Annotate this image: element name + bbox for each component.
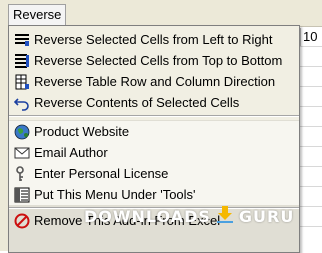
grid-line xyxy=(300,186,322,187)
menu-item-label: Enter Personal License xyxy=(34,166,169,181)
partial-cell-value[interactable]: 10 xyxy=(300,28,322,46)
watermark-text-left: DOWNLOADS xyxy=(84,206,211,226)
menu-item-label: Put This Menu Under 'Tools' xyxy=(34,187,196,202)
menu-item-reverse-contents[interactable]: Reverse Contents of Selected Cells xyxy=(9,92,299,113)
key-icon xyxy=(13,165,31,183)
menu-item-put-under-tools[interactable]: Put This Menu Under 'Tools' xyxy=(9,184,299,205)
download-arrow-icon xyxy=(215,204,235,228)
grid-line xyxy=(300,46,322,47)
grid-line xyxy=(300,66,322,67)
watermark-text-right: GURU xyxy=(238,206,295,226)
menu-item-email-author[interactable]: Email Author xyxy=(9,142,299,163)
undo-arrow-icon xyxy=(13,94,31,112)
downloads-guru-watermark: DOWNLOADS GURU xyxy=(84,203,314,229)
reverse-menu-title[interactable]: Reverse xyxy=(8,4,67,25)
remove-circle-icon xyxy=(13,212,31,230)
menu-item-reverse-left-right[interactable]: Reverse Selected Cells from Left to Righ… xyxy=(9,29,299,50)
menu-grid-icon xyxy=(13,186,31,204)
menu-item-label: Email Author xyxy=(34,145,108,160)
menu-item-reverse-top-bottom[interactable]: Reverse Selected Cells from Top to Botto… xyxy=(9,50,299,71)
left-right-lines-icon xyxy=(13,31,31,49)
grid-line xyxy=(300,146,322,147)
grid-line xyxy=(300,126,322,127)
email-icon xyxy=(13,144,31,162)
menu-item-label: Product Website xyxy=(34,124,130,139)
top-bottom-lines-icon xyxy=(13,52,31,70)
menu-item-label: Reverse Contents of Selected Cells xyxy=(34,95,240,110)
table-rotate-icon xyxy=(13,73,31,91)
menu-item-product-website[interactable]: Product Website xyxy=(9,121,299,142)
globe-icon xyxy=(13,123,31,141)
menu-item-label: Reverse Selected Cells from Left to Righ… xyxy=(34,32,273,47)
menu-item-enter-license[interactable]: Enter Personal License xyxy=(9,163,299,184)
menu-item-reverse-row-column[interactable]: Reverse Table Row and Column Direction xyxy=(9,71,299,92)
sheet-left-edge xyxy=(0,26,8,251)
menu-item-label: Reverse Selected Cells from Top to Botto… xyxy=(34,53,283,68)
grid-line xyxy=(300,86,322,87)
grid-line xyxy=(300,166,322,167)
menu-item-label: Reverse Table Row and Column Direction xyxy=(34,74,276,89)
grid-line xyxy=(300,106,322,107)
menu-separator xyxy=(9,115,299,117)
